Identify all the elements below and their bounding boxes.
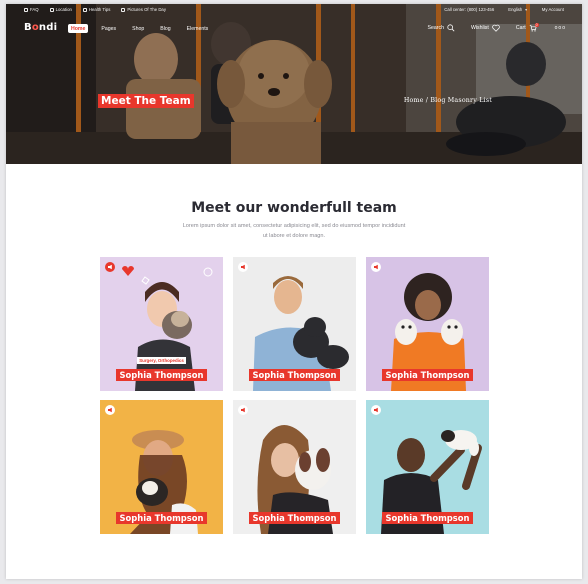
team-card[interactable]: Surgery, Orthopedics Sophia Thompson bbox=[100, 257, 223, 391]
team-card[interactable]: Sophia Thompson bbox=[366, 400, 489, 534]
megaphone-icon bbox=[371, 262, 381, 272]
nav-actions: Search Wishlist Cart 0 ooo bbox=[428, 23, 566, 32]
language-select[interactable]: English ▼ bbox=[508, 7, 528, 12]
cart-count-badge: 0 bbox=[534, 23, 539, 27]
topbar-link-location[interactable]: Location bbox=[49, 7, 72, 12]
search-icon bbox=[447, 24, 455, 32]
more-menu-button[interactable]: ooo bbox=[555, 25, 566, 31]
health-icon bbox=[82, 7, 87, 12]
breadcrumb: Home / Blog Masonry List bbox=[403, 97, 492, 104]
logo[interactable]: Bondi bbox=[24, 22, 57, 33]
nav-item-elements[interactable]: Elements bbox=[184, 24, 212, 33]
team-name[interactable]: Sophia Thompson bbox=[100, 365, 223, 383]
nav-menu: Home Pages Shop Blog Elements bbox=[68, 24, 211, 33]
team-name[interactable]: Sophia Thompson bbox=[233, 365, 356, 383]
search-button[interactable]: Search bbox=[428, 24, 455, 32]
wishlist-button[interactable]: Wishlist bbox=[471, 24, 500, 32]
nav-item-home[interactable]: Home bbox=[68, 24, 89, 33]
team-name[interactable]: Sophia Thompson bbox=[366, 365, 489, 383]
team-name[interactable]: Sophia Thompson bbox=[100, 508, 223, 526]
section-title: Meet our wonderfull team bbox=[191, 200, 397, 216]
team-card[interactable]: Sophia Thompson bbox=[233, 257, 356, 391]
chevron-down-icon: ▼ bbox=[524, 7, 528, 12]
team-card[interactable]: Sophia Thompson bbox=[100, 400, 223, 534]
megaphone-icon bbox=[371, 405, 381, 415]
megaphone-icon bbox=[105, 405, 115, 415]
topbar-link-faq[interactable]: FAQ bbox=[24, 7, 39, 12]
topbar-link-health-tips[interactable]: Health Tips bbox=[82, 7, 110, 12]
paw-icon bbox=[121, 7, 126, 12]
cart-button[interactable]: Cart 0 bbox=[516, 23, 539, 32]
main-nav: Bondi Home Pages Shop Blog Elements Sear… bbox=[6, 20, 582, 38]
page-frame: FAQ Location Health Tips Pictures Of The… bbox=[6, 4, 582, 579]
team-card[interactable]: Sophia Thompson bbox=[366, 257, 489, 391]
hero-banner: FAQ Location Health Tips Pictures Of The… bbox=[6, 4, 582, 164]
location-pin-icon bbox=[49, 7, 54, 12]
question-icon bbox=[24, 7, 28, 12]
megaphone-icon bbox=[238, 405, 248, 415]
team-name[interactable]: Sophia Thompson bbox=[366, 508, 489, 526]
team-card[interactable]: Sophia Thompson bbox=[233, 400, 356, 534]
call-center-text: Call center: (800) 123-456 bbox=[444, 7, 495, 12]
section-description: Lorem ipsum dolor sit amet, consectetur … bbox=[182, 223, 406, 239]
topbar-link-pictures[interactable]: Pictures Of The Day bbox=[121, 7, 166, 12]
utility-bar: FAQ Location Health Tips Pictures Of The… bbox=[6, 4, 582, 15]
heart-icon bbox=[492, 24, 500, 32]
team-name[interactable]: Sophia Thompson bbox=[233, 508, 356, 526]
nav-item-pages[interactable]: Pages bbox=[98, 24, 119, 33]
my-account-link[interactable]: My Account bbox=[542, 7, 564, 12]
page-title: Meet The Team bbox=[98, 94, 194, 108]
megaphone-icon bbox=[105, 262, 115, 272]
megaphone-icon bbox=[238, 262, 248, 272]
nav-item-blog[interactable]: Blog bbox=[157, 24, 173, 33]
nav-item-shop[interactable]: Shop bbox=[129, 24, 147, 33]
